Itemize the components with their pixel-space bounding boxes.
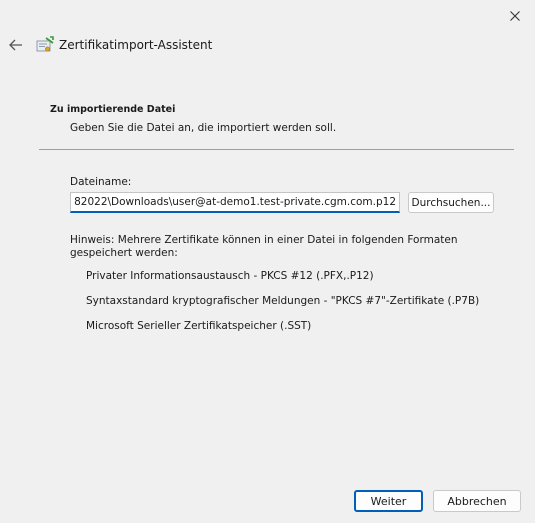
hint-text: Hinweis: Mehrere Zertifikate können in e… (70, 234, 458, 259)
button-bar (0, 454, 535, 523)
close-button[interactable] (503, 4, 527, 28)
filename-label: Dateiname: (70, 176, 132, 188)
next-button[interactable]: Weiter (354, 490, 423, 512)
section-description: Geben Sie die Datei an, die importiert w… (70, 122, 337, 134)
section-heading: Zu importierende Datei (50, 104, 176, 115)
divider (39, 149, 514, 150)
filename-input[interactable] (70, 192, 400, 213)
certificate-icon (36, 36, 54, 52)
certificate-import-wizard: Zertifikatimport-Assistent Zu importiere… (0, 0, 535, 523)
close-icon (510, 11, 520, 21)
wizard-page: Zu importierende Datei Geben Sie die Dat… (0, 92, 535, 454)
cancel-button[interactable]: Abbrechen (433, 490, 521, 512)
title-bar: Zertifikatimport-Assistent (0, 0, 535, 92)
back-arrow-icon (9, 39, 22, 51)
format-pkcs12: Privater Informationsaustausch - PKCS #1… (86, 270, 374, 282)
format-sst: Microsoft Serieller Zertifikatspeicher (… (86, 320, 312, 332)
back-button[interactable] (6, 34, 26, 56)
format-pkcs7: Syntaxstandard kryptografischer Meldunge… (86, 295, 480, 307)
window-title: Zertifikatimport-Assistent (59, 38, 213, 52)
browse-button[interactable]: Durchsuchen... (408, 192, 494, 213)
